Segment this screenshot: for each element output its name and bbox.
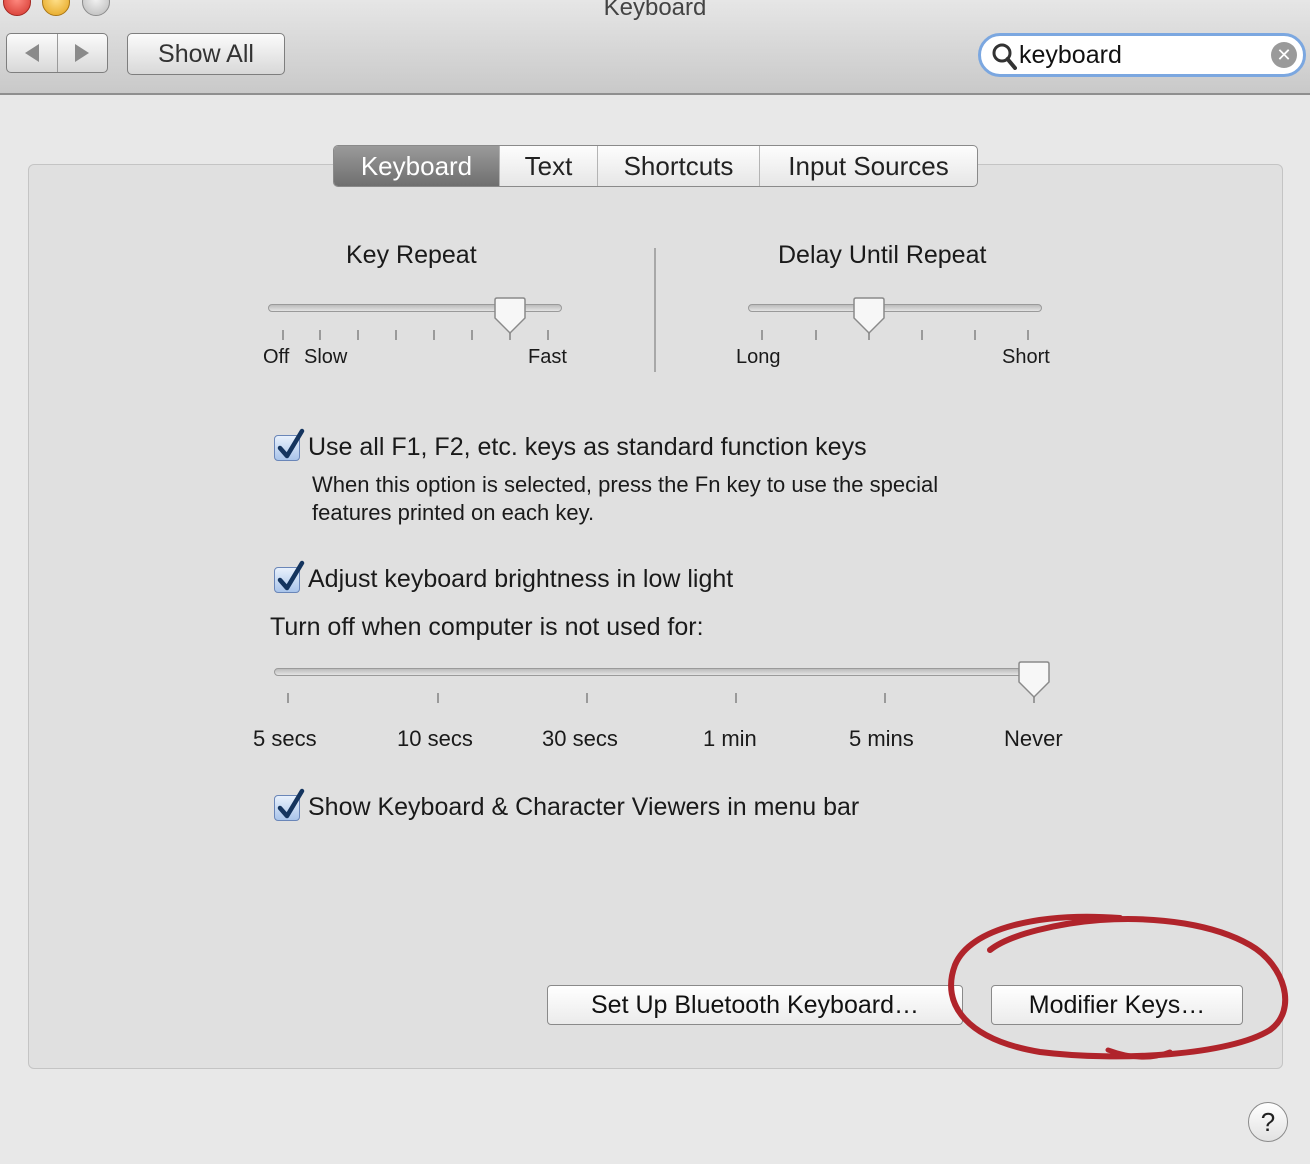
window-title: Keyboard — [603, 0, 707, 21]
tick-label-30-secs: 30 secs — [542, 726, 618, 751]
slider-tick — [282, 330, 284, 340]
slider-tick — [921, 330, 923, 340]
back-button[interactable] — [7, 34, 58, 72]
delay-until-repeat-slider[interactable] — [748, 304, 1042, 312]
search-field[interactable]: ✕ — [978, 33, 1306, 77]
slider-tick — [319, 330, 321, 340]
slider-tick — [357, 330, 359, 340]
slider-tick — [761, 330, 763, 340]
slider-tick — [1027, 330, 1029, 340]
search-input[interactable] — [1019, 40, 1259, 70]
tab-text[interactable]: Text — [499, 146, 597, 186]
delay-long-label: Long — [736, 346, 781, 368]
slider-tick — [735, 693, 737, 703]
forward-arrow-icon — [75, 44, 90, 62]
function-keys-checkbox[interactable] — [274, 428, 305, 461]
key-repeat-fast-label: Fast — [528, 346, 567, 368]
slider-tick — [437, 693, 439, 703]
turn-off-slider-knob[interactable] — [1017, 661, 1051, 699]
clear-search-icon[interactable]: ✕ — [1271, 42, 1297, 68]
checkmark-icon — [277, 428, 305, 459]
delay-short-label: Short — [1002, 346, 1050, 368]
function-keys-description: When this option is selected, press the … — [312, 471, 1012, 527]
keyboard-brightness-label[interactable]: Adjust keyboard brightness in low light — [308, 565, 733, 594]
tick-label-5-secs: 5 secs — [253, 726, 317, 751]
slider-tick — [884, 693, 886, 703]
slider-tick — [547, 330, 549, 340]
tick-label-10-secs: 10 secs — [397, 726, 473, 751]
key-repeat-slider-knob[interactable] — [493, 297, 527, 335]
tab-bar: Keyboard Text Shortcuts Input Sources — [333, 145, 978, 187]
setup-bluetooth-keyboard-button[interactable]: Set Up Bluetooth Keyboard… — [547, 985, 963, 1025]
function-keys-description-line2: features printed on each key. — [312, 500, 595, 525]
tab-keyboard[interactable]: Keyboard — [334, 146, 499, 186]
back-arrow-icon — [24, 44, 39, 62]
help-button[interactable]: ? — [1248, 1102, 1288, 1142]
turn-off-slider[interactable] — [274, 668, 1048, 676]
checkmark-icon — [277, 788, 305, 819]
tick-label-5-mins: 5 mins — [849, 726, 914, 751]
turn-off-label: Turn off when computer is not used for: — [270, 613, 704, 641]
tick-label-1-min: 1 min — [703, 726, 757, 751]
function-keys-label[interactable]: Use all F1, F2, etc. keys as standard fu… — [308, 433, 867, 462]
slider-tick — [395, 330, 397, 340]
slider-tick — [287, 693, 289, 703]
slider-tick — [974, 330, 976, 340]
keyboard-brightness-checkbox[interactable] — [274, 560, 305, 593]
back-forward-control — [6, 33, 108, 73]
slider-tick — [586, 693, 588, 703]
function-keys-description-line1: When this option is selected, press the … — [312, 472, 939, 497]
key-repeat-title: Key Repeat — [346, 241, 477, 269]
section-divider — [654, 248, 656, 372]
title-bar: Keyboard Show All ✕ — [0, 0, 1310, 95]
key-repeat-off-label: Off — [263, 346, 290, 368]
delay-until-repeat-title: Delay Until Repeat — [778, 241, 987, 269]
modifier-keys-button[interactable]: Modifier Keys… — [991, 985, 1243, 1025]
show-all-button[interactable]: Show All — [127, 33, 285, 75]
slider-tick — [433, 330, 435, 340]
tab-input-sources[interactable]: Input Sources — [759, 146, 977, 186]
show-viewers-checkbox[interactable] — [274, 788, 305, 821]
checkmark-icon — [277, 560, 305, 591]
tick-label-never: Never — [1004, 726, 1063, 751]
delay-until-repeat-slider-knob[interactable] — [852, 297, 886, 335]
slider-tick — [815, 330, 817, 340]
show-viewers-label[interactable]: Show Keyboard & Character Viewers in men… — [308, 793, 859, 822]
search-icon — [992, 43, 1017, 70]
forward-button[interactable] — [58, 34, 108, 72]
tab-shortcuts[interactable]: Shortcuts — [597, 146, 759, 186]
key-repeat-slow-label: Slow — [304, 346, 348, 368]
slider-tick — [471, 330, 473, 340]
